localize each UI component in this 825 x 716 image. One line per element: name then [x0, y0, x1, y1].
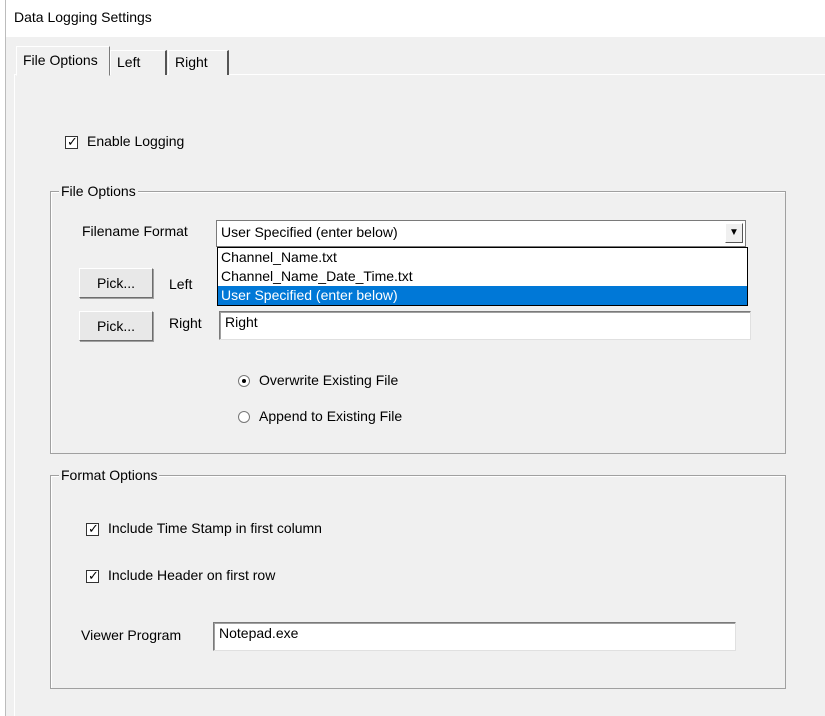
viewer-program-label: Viewer Program	[81, 627, 182, 643]
file-options-group-label: File Options	[59, 183, 138, 199]
pick-right-button[interactable]: Pick...	[79, 311, 153, 341]
background-window-edge	[0, 0, 6, 716]
format-options-group-label: Format Options	[59, 467, 160, 483]
filename-format-value: User Specified (enter below)	[221, 224, 398, 240]
header-label: Include Header on first row	[108, 567, 276, 583]
filename-format-dropdown-list: Channel_Name.txt Channel_Name_Date_Time.…	[217, 247, 748, 306]
overwrite-label: Overwrite Existing File	[259, 372, 399, 388]
pick-left-button[interactable]: Pick...	[79, 268, 153, 298]
right-filename-input[interactable]: Right	[219, 311, 751, 340]
enable-logging-label: Enable Logging	[87, 133, 185, 149]
viewer-program-input[interactable]: Notepad.exe	[213, 622, 736, 651]
checkmark-icon: ✓	[88, 568, 99, 583]
append-radio[interactable]	[238, 411, 250, 423]
tab-file-options[interactable]: File Options	[16, 46, 110, 76]
header-checkbox[interactable]: ✓	[86, 568, 99, 583]
timestamp-checkbox[interactable]: ✓	[86, 521, 99, 536]
overwrite-radio[interactable]	[238, 375, 250, 387]
tab-left[interactable]: Left	[110, 50, 167, 75]
checkmark-icon: ✓	[67, 134, 78, 149]
tab-right[interactable]: Right	[168, 50, 229, 75]
enable-logging-checkbox[interactable]: ✓	[65, 134, 78, 149]
append-label: Append to Existing File	[259, 408, 403, 424]
dropdown-option-channel-name[interactable]: Channel_Name.txt	[218, 248, 747, 267]
dropdown-option-channel-name-date-time[interactable]: Channel_Name_Date_Time.txt	[218, 267, 747, 286]
dropdown-arrow-icon[interactable]: ▼	[725, 223, 743, 243]
left-file-label: Left	[169, 276, 193, 292]
checkmark-icon: ✓	[88, 521, 99, 536]
filename-format-select[interactable]: User Specified (enter below) ▼	[216, 220, 746, 247]
dropdown-option-user-specified[interactable]: User Specified (enter below)	[218, 286, 747, 305]
right-file-label: Right	[169, 315, 202, 331]
timestamp-label: Include Time Stamp in first column	[108, 520, 322, 536]
window-title: Data Logging Settings	[14, 9, 152, 25]
radio-selected-dot	[242, 379, 246, 383]
filename-format-label: Filename Format	[82, 223, 188, 239]
